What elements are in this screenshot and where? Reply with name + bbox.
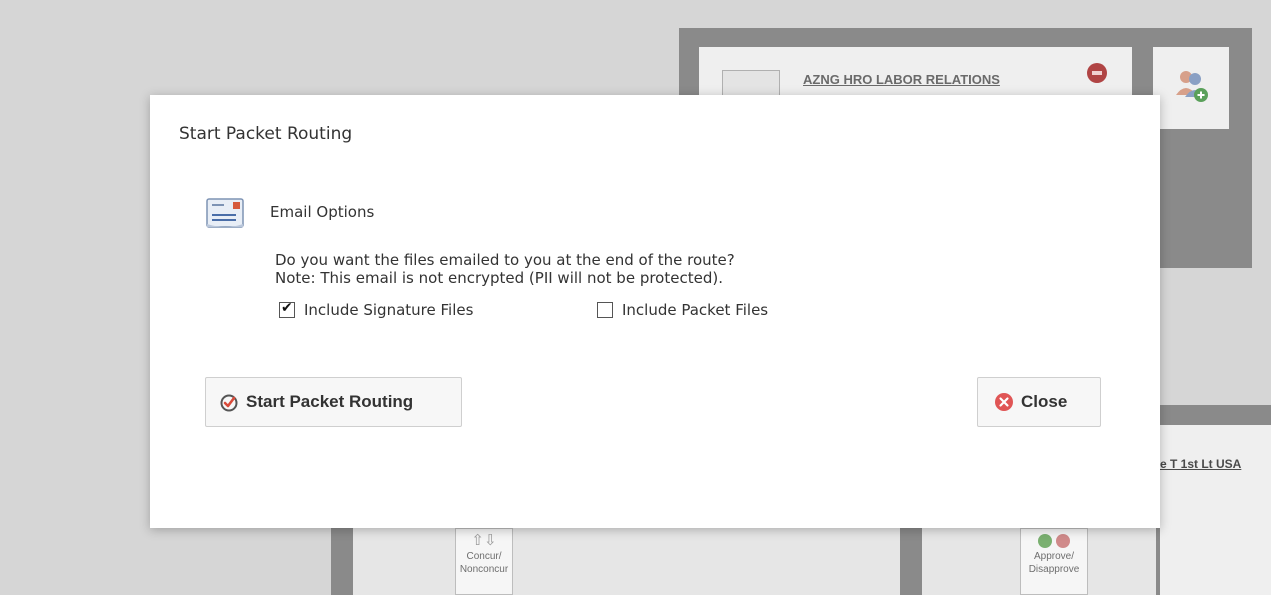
disapprove-icon: [1056, 534, 1070, 549]
action-label: Disapprove: [1028, 564, 1080, 575]
dialog-title: Start Packet Routing: [179, 124, 353, 144]
route-connector: [900, 528, 922, 595]
email-options-heading: Email Options: [270, 203, 375, 221]
start-packet-routing-label: Start Packet Routing: [246, 392, 414, 411]
remove-icon[interactable]: [1087, 63, 1107, 83]
action-label: Concur/: [466, 551, 502, 562]
action-label: Nonconcur: [459, 564, 509, 575]
routing-check-icon: [219, 392, 239, 412]
close-label: Close: [1021, 392, 1068, 411]
action-label: Approve/: [1033, 551, 1075, 562]
include-packet-files-label: Include Packet Files: [622, 301, 769, 319]
include-packet-files-checkbox[interactable]: [597, 302, 613, 318]
include-signature-files-checkbox[interactable]: [279, 300, 295, 318]
step-card: [353, 528, 900, 595]
add-user-icon: [1176, 71, 1208, 102]
include-signature-files-option[interactable]: Include Signature Files: [279, 300, 474, 319]
approver-office-link[interactable]: AZNG HRO LABOR RELATIONS: [803, 72, 1000, 87]
close-icon: [994, 392, 1014, 412]
start-packet-routing-dialog: Start Packet Routing Email Options Do yo…: [150, 95, 1160, 528]
add-approver-button[interactable]: [1153, 47, 1229, 129]
include-signature-files-label: Include Signature Files: [304, 301, 474, 319]
arrows-icon: ⇧⇩: [471, 532, 497, 549]
email-icon: [206, 198, 244, 228]
approve-action[interactable]: Approve/ Disapprove: [1020, 528, 1088, 595]
email-question: Do you want the files emailed to you at …: [275, 251, 735, 269]
route-connector: [331, 528, 353, 595]
signer-card: [1160, 425, 1271, 595]
close-button[interactable]: Close: [977, 377, 1101, 427]
start-packet-routing-button[interactable]: Start Packet Routing: [205, 377, 462, 427]
include-packet-files-option[interactable]: Include Packet Files: [597, 301, 768, 319]
concur-action[interactable]: ⇧⇩ Concur/ Nonconcur: [455, 528, 513, 595]
signer-name-link[interactable]: e T 1st Lt USA: [1160, 457, 1271, 471]
approve-icon: [1038, 534, 1052, 549]
encryption-note: Note: This email is not encrypted (PII w…: [275, 269, 723, 287]
